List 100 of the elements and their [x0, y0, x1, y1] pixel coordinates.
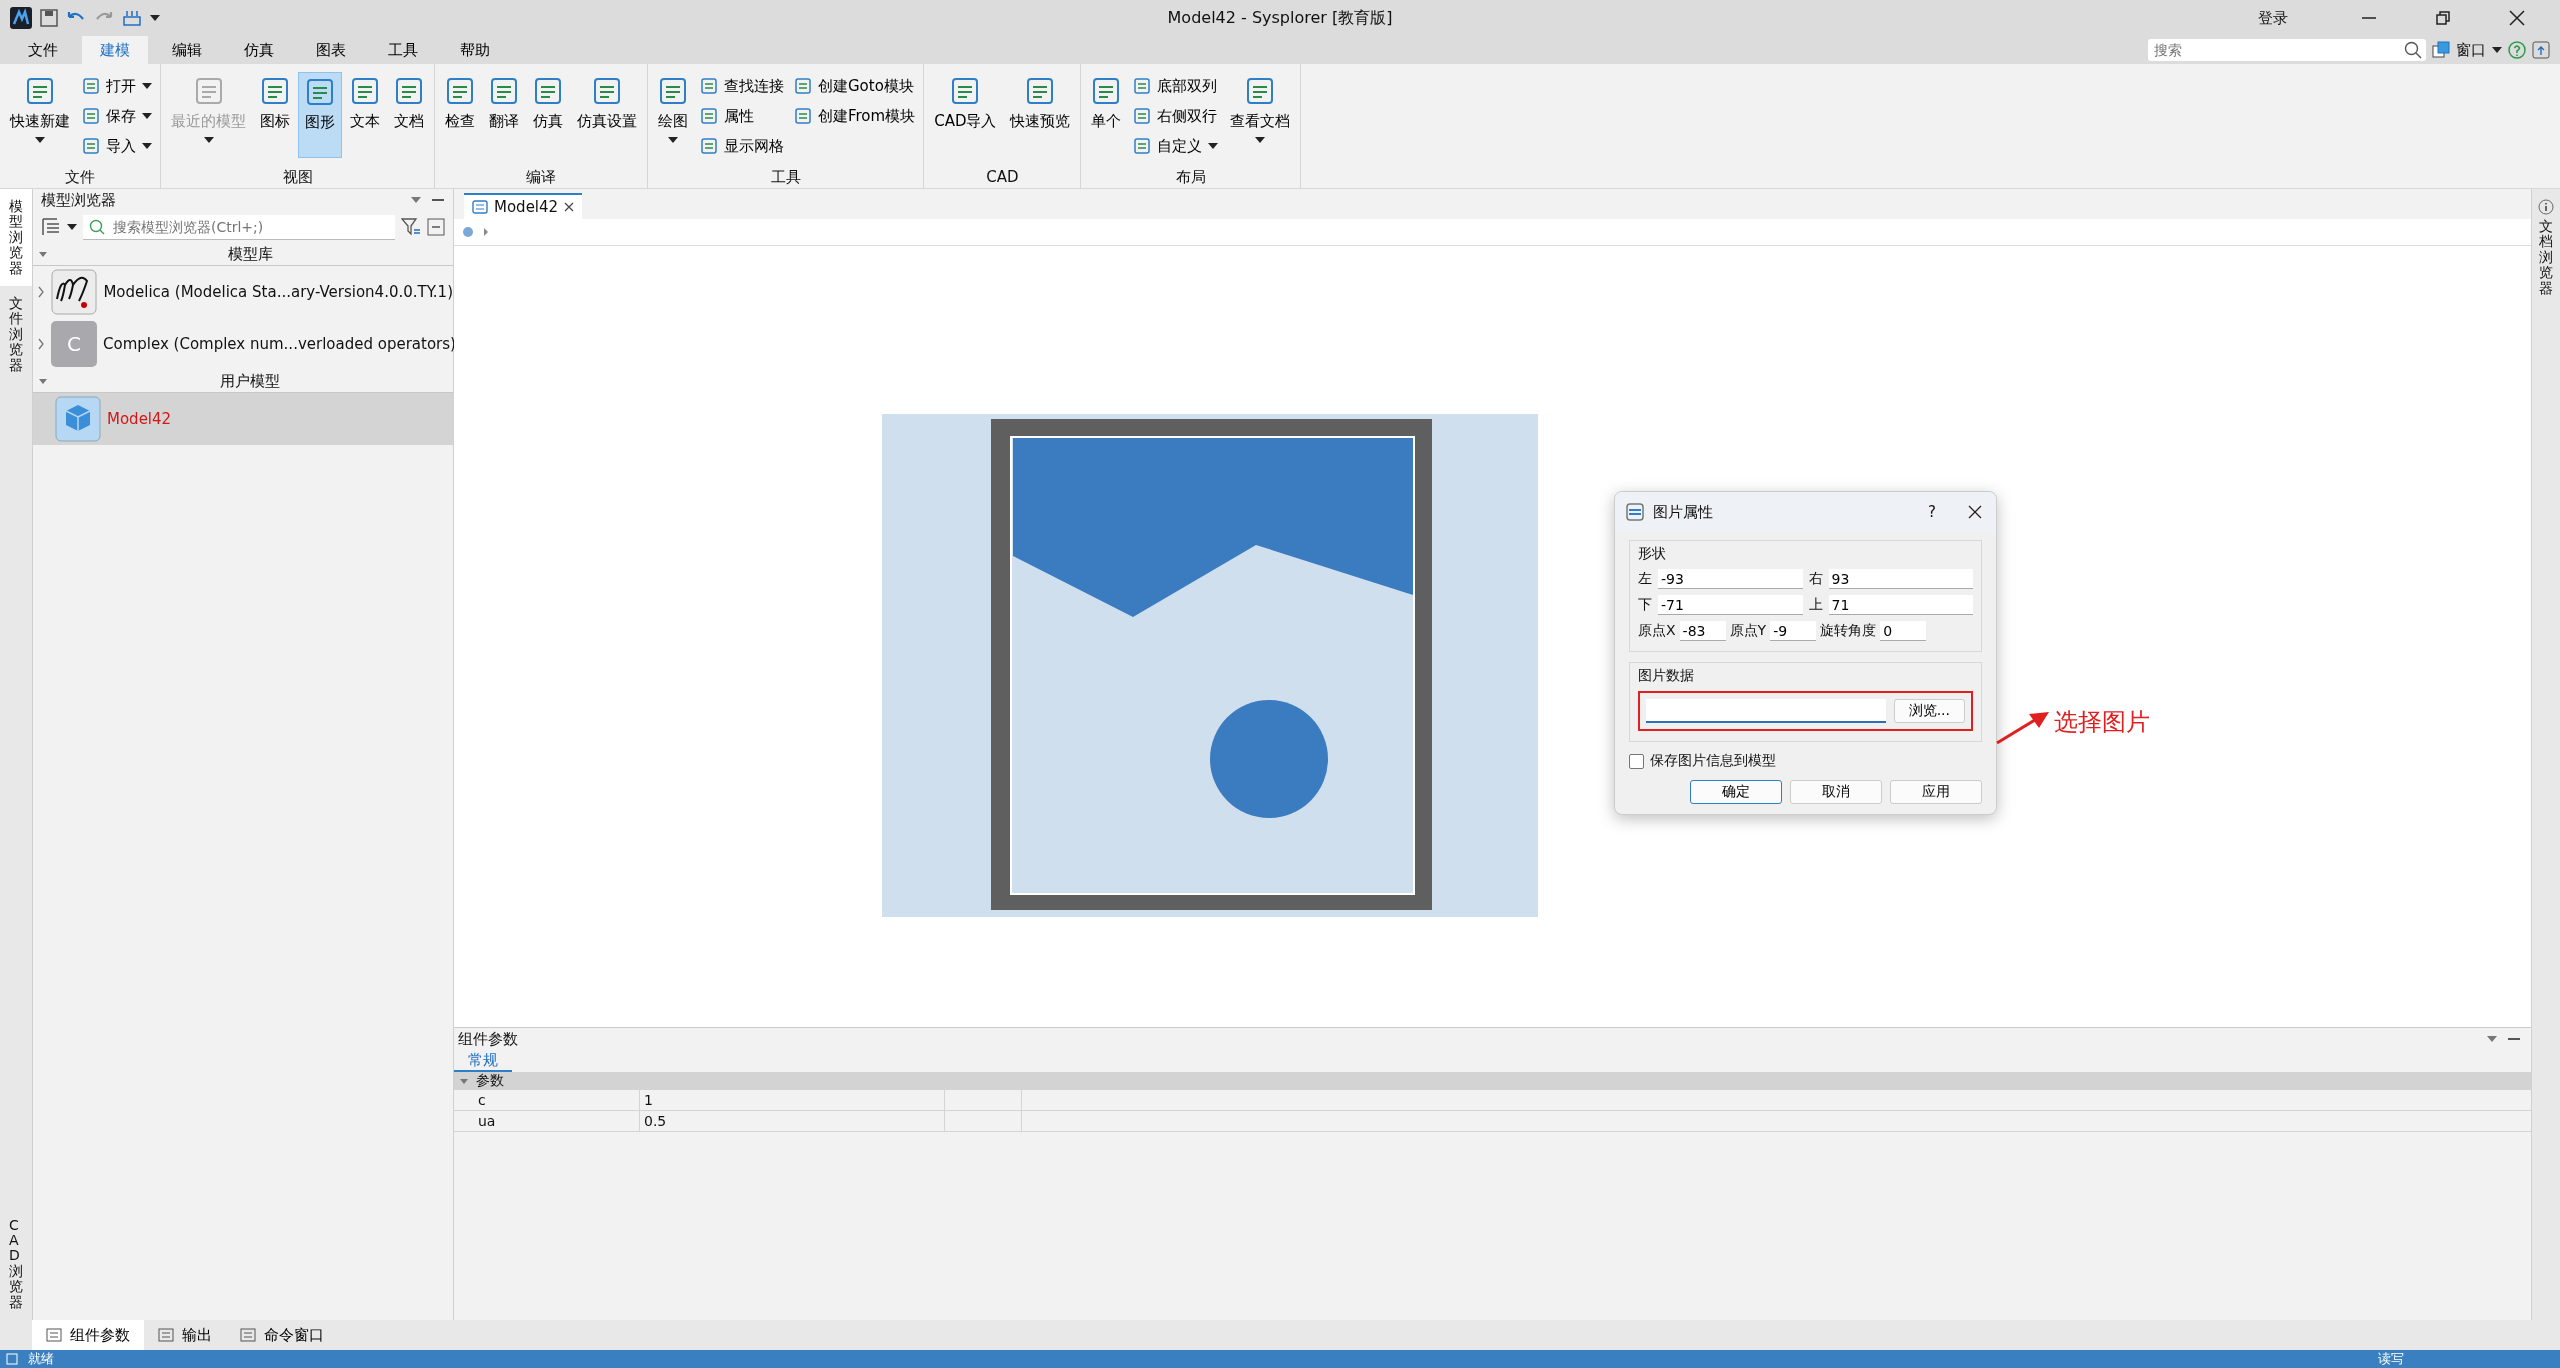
ribbon-button[interactable]: 查找连接: [696, 72, 788, 100]
ribbon-button[interactable]: 翻译: [483, 72, 525, 158]
ribbon-button[interactable]: 图标: [254, 72, 296, 158]
tree-item[interactable]: C Complex (Complex num...verloaded operators): [33, 318, 453, 370]
table-cell: ua: [454, 1111, 640, 1131]
close-icon[interactable]: [2508, 9, 2526, 27]
table-cell[interactable]: 0.5: [640, 1111, 945, 1131]
tree-item[interactable]: Modelica (Modelica Sta...ary-Version4.0.0.TY.1): [33, 266, 453, 318]
table-cell[interactable]: 1: [640, 1090, 945, 1110]
browse-button[interactable]: 浏览...: [1893, 699, 1965, 723]
number-field[interactable]: -9: [1770, 621, 1817, 641]
menu-tab[interactable]: 文件: [10, 36, 76, 64]
ribbon-button[interactable]: 绘图: [652, 72, 694, 158]
ribbon-button[interactable]: 检查: [439, 72, 481, 158]
help-icon[interactable]: [2508, 41, 2526, 59]
close-icon[interactable]: [1968, 505, 1982, 519]
menu-tab[interactable]: 图表: [298, 36, 364, 64]
search-box[interactable]: 搜索: [2148, 39, 2426, 61]
ribbon-button[interactable]: 自定义: [1129, 132, 1223, 160]
group-row[interactable]: 参数: [454, 1072, 2531, 1090]
ribbon-button[interactable]: 创建Goto模块: [790, 72, 920, 100]
tree-view-icon[interactable]: [41, 217, 61, 237]
collapse-icon[interactable]: [427, 218, 445, 236]
dialog-button[interactable]: 应用: [1890, 780, 1982, 804]
side-tab[interactable]: 文件浏览器: [0, 285, 32, 383]
bottom-tab[interactable]: 命令窗口: [226, 1320, 338, 1350]
number-field[interactable]: -71: [1658, 595, 1803, 615]
tool-icon: [489, 76, 519, 106]
ribbon-button[interactable]: 仿真: [527, 72, 569, 158]
ribbon-button[interactable]: 底部双列: [1129, 72, 1223, 100]
side-tab[interactable]: CAD 浏览器: [0, 1207, 32, 1320]
number-field[interactable]: 0: [1880, 621, 1927, 641]
field-label: 旋转角度: [1820, 622, 1877, 640]
dialog-button[interactable]: 确定: [1690, 780, 1782, 804]
square-icon: [6, 1353, 18, 1365]
number-field[interactable]: 93: [1828, 569, 1973, 589]
ribbon-button[interactable]: 打开: [78, 72, 156, 100]
image-frame-drawing[interactable]: [882, 414, 1538, 917]
number-field[interactable]: -93: [1658, 569, 1803, 589]
close-icon[interactable]: [564, 202, 575, 212]
ribbon-button[interactable]: 快速新建: [4, 72, 76, 158]
upload-icon[interactable]: [2532, 41, 2550, 59]
help-button[interactable]: ?: [1928, 503, 1936, 521]
menu-tab[interactable]: 编辑: [154, 36, 220, 64]
save-icon[interactable]: [40, 9, 58, 27]
search-box[interactable]: 搜索模型浏览器(Ctrl+;): [83, 214, 395, 240]
ribbon-button[interactable]: 保存: [78, 102, 156, 130]
ribbon-button[interactable]: 图形: [298, 72, 342, 158]
search-field[interactable]: 搜索: [2152, 41, 2404, 59]
bottom-tab[interactable]: 输出: [144, 1320, 226, 1350]
ribbon-button[interactable]: 文档: [388, 72, 430, 158]
file-path-field[interactable]: [1646, 699, 1886, 723]
ribbon-button[interactable]: 属性: [696, 102, 788, 130]
ribbon-button[interactable]: 创建From模块: [790, 102, 920, 130]
windows-icon[interactable]: [2432, 41, 2450, 59]
ribbon-button[interactable]: 单个: [1085, 72, 1128, 158]
restore-icon[interactable]: [2434, 9, 2452, 27]
ribbon-button[interactable]: 仿真设置: [571, 72, 643, 158]
caret-icon[interactable]: [2492, 47, 2502, 53]
ribbon-button[interactable]: 导入: [78, 132, 156, 160]
number-field[interactable]: 71: [1828, 595, 1973, 615]
caret-icon[interactable]: [67, 224, 77, 230]
ribbon-button[interactable]: 文本: [344, 72, 386, 158]
panel-title: 模型浏览器: [41, 190, 116, 210]
ribbon-button[interactable]: 查看文档: [1224, 72, 1297, 158]
filter-icon[interactable]: [401, 217, 421, 237]
side-tab[interactable]: 文档浏览器: [2532, 189, 2560, 306]
checkbox[interactable]: [1629, 753, 1644, 769]
window-menu[interactable]: 窗口: [2456, 40, 2486, 60]
section-header[interactable]: 模型库: [33, 243, 453, 266]
login-link[interactable]: 登录: [2258, 8, 2288, 28]
tool-icon: [1245, 76, 1276, 106]
ribbon-button[interactable]: CAD导入: [928, 72, 1003, 158]
info-icon: [2538, 199, 2554, 215]
menu-tab[interactable]: 工具: [370, 36, 436, 64]
ribbon-button[interactable]: 显示网格: [696, 132, 788, 160]
tool-icon: [82, 137, 100, 155]
tool-icon: [82, 77, 100, 95]
globe-icon[interactable]: [462, 226, 474, 238]
menu-tab[interactable]: 帮助: [442, 36, 508, 64]
ribbon-button[interactable]: 右侧双行: [1129, 102, 1223, 130]
tree-item[interactable]: Model42: [33, 393, 453, 445]
grid-icon[interactable]: [122, 9, 142, 27]
tool-icon: [794, 107, 812, 125]
document-tab[interactable]: Model42: [464, 193, 583, 219]
field-label: 原点X: [1638, 622, 1676, 640]
ribbon-button[interactable]: 快速预览: [1004, 72, 1077, 158]
bottom-tab[interactable]: 组件参数: [32, 1320, 144, 1350]
menu-tab[interactable]: 仿真: [226, 36, 292, 64]
search-field[interactable]: 搜索模型浏览器(Ctrl+;): [111, 217, 389, 236]
dialog-button[interactable]: 取消: [1790, 780, 1882, 804]
tool-icon: [794, 77, 812, 95]
dialog-title: 图片属性: [1653, 502, 1713, 522]
caret-icon[interactable]: [150, 15, 160, 21]
menu-tab[interactable]: 建模: [82, 36, 148, 64]
side-tab[interactable]: 模型浏览器: [0, 189, 32, 286]
chevron-icon[interactable]: [482, 227, 490, 237]
caret-icon: [460, 1078, 468, 1084]
tool-icon: [700, 107, 718, 125]
number-field[interactable]: -83: [1679, 621, 1726, 641]
